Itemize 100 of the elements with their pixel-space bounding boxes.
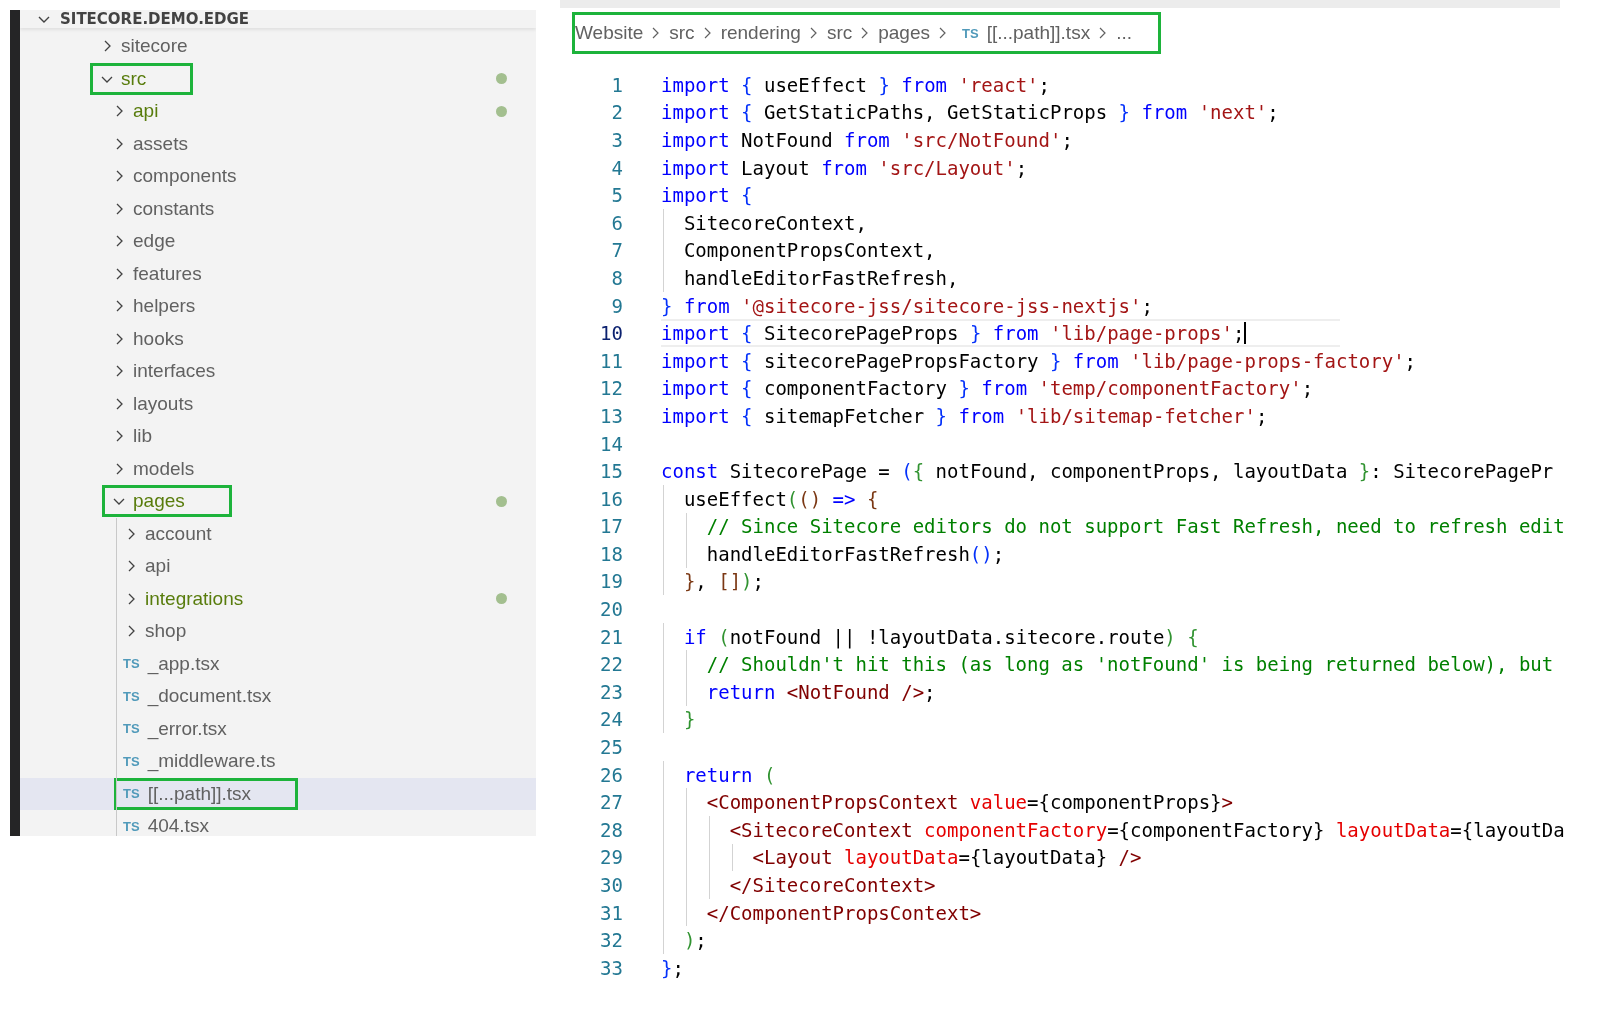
tree-item[interactable]: src (90, 62, 194, 95)
explorer-title: SITECORE.DEMO.EDGE (60, 10, 250, 28)
line-number: 18 (599, 542, 623, 565)
line-number: 7 (610, 239, 623, 262)
tree-item[interactable]: features (102, 257, 211, 290)
code-line: import Layout from 'src/Layout'; (661, 156, 1028, 179)
line-number: 14 (599, 432, 623, 455)
line-number: 26 (599, 763, 623, 786)
code-line: </ComponentPropsContext> (705, 901, 982, 924)
code-line: } from '@sitecore-jss/sitecore-jss-nextjs'; (661, 294, 1153, 317)
modified-dot-icon (496, 105, 507, 117)
line-number: 29 (599, 846, 623, 869)
tree-item[interactable]: api (102, 95, 168, 128)
chevron-right-icon (938, 25, 948, 41)
code-line: import { sitemapFetcher } from 'lib/sitemap-fetcher'; (661, 404, 1268, 427)
code-line: import { GetStaticPaths, GetStaticProps } from 'next'; (661, 101, 1279, 124)
tree-item[interactable]: account (114, 517, 221, 550)
code-line: }, []); (682, 570, 764, 593)
line-number: 9 (610, 294, 623, 317)
modified-dot-icon (496, 593, 507, 605)
code-line: }; (661, 956, 684, 979)
tree-item[interactable]: assets (102, 127, 197, 160)
tree-item[interactable]: TS _app.tsx (114, 647, 229, 680)
tree-item[interactable]: interfaces (102, 355, 225, 388)
breadcrumb-item[interactable]: pages (878, 22, 930, 44)
code-line: SitecoreContext, (682, 211, 867, 234)
code-line: ComponentPropsContext, (682, 239, 936, 262)
code-line: </SitecoreContext> (728, 874, 936, 896)
tree-item[interactable]: TS 404.tsx (114, 810, 218, 836)
line-number: 8 (610, 266, 623, 289)
text-cursor (1244, 322, 1247, 345)
line-number: 33 (599, 956, 623, 979)
line-number: 19 (599, 570, 623, 593)
tree-item[interactable]: models (102, 452, 204, 485)
breadcrumb-item[interactable]: rendering (720, 22, 801, 44)
line-number: 15 (599, 460, 623, 483)
line-number: 10 (599, 322, 623, 345)
breadcrumb-item[interactable]: src (826, 22, 853, 44)
breadcrumb-item[interactable]: ... (1116, 22, 1132, 44)
tree-item[interactable]: components (102, 160, 246, 193)
breadcrumb-item[interactable]: [[...path]].tsx (986, 22, 1091, 44)
tree-item[interactable]: TS _document.tsx (114, 680, 281, 713)
line-number: 16 (599, 487, 623, 510)
tree-item[interactable]: lib (102, 420, 161, 453)
code-line: import { (661, 184, 753, 207)
line-number: 20 (599, 598, 623, 621)
file-type-label: TS (962, 25, 979, 41)
code-line: import { useEffect } from 'react'; (661, 73, 1050, 96)
line-number: 24 (599, 708, 623, 731)
code-line: import { componentFactory } from 'temp/componentFactory'; (661, 377, 1314, 400)
line-number: 17 (599, 515, 623, 538)
tree-item[interactable]: integrations (114, 582, 253, 615)
line-number: 25 (599, 736, 623, 759)
line-number: 3 (610, 129, 623, 151)
code-line: const SitecorePage = ({ notFound, componentProps, layoutData }: SitecorePagePr (661, 460, 1554, 483)
tree-item[interactable]: shop (114, 615, 196, 648)
tree-item[interactable]: helpers (102, 290, 205, 323)
tree-item[interactable]: TS [[...path]].tsx (114, 777, 299, 810)
modified-dot-icon (496, 495, 507, 507)
chevron-right-icon (702, 25, 713, 41)
breadcrumb-item[interactable]: src (669, 22, 695, 44)
tree-item[interactable]: api (114, 550, 180, 583)
line-number: 12 (599, 377, 623, 400)
tree-item[interactable]: constants (102, 192, 224, 225)
modified-dot-icon (496, 73, 507, 85)
tree-item[interactable]: sitecore (90, 30, 197, 63)
line-number: 11 (599, 349, 623, 372)
tree-item[interactable]: layouts (102, 387, 203, 420)
line-number: 4 (610, 156, 623, 179)
tree-item[interactable]: TS _error.tsx (114, 712, 236, 745)
tree-item[interactable]: pages (102, 485, 232, 518)
code-line: ); (682, 929, 707, 952)
code-line: <ComponentPropsContext value={componentProps}> (705, 791, 1233, 814)
chevron-right-icon (808, 25, 819, 41)
line-number: 21 (599, 625, 623, 648)
line-number: 22 (599, 653, 623, 676)
line-number: 28 (599, 818, 623, 841)
line-number: 6 (610, 211, 623, 234)
breadcrumb-item[interactable]: Website (575, 22, 644, 44)
line-number: 31 (599, 901, 623, 924)
code-line: useEffect(() => { (682, 487, 879, 510)
code-line: <SitecoreContext componentFactory={componentFactory} layoutData={layoutDa (728, 818, 1565, 841)
line-number: 30 (599, 874, 623, 896)
code-line: <Layout layoutData={layoutData} /> (751, 846, 1142, 869)
code-line: import NotFound from 'src/NotFound'; (661, 129, 1073, 151)
code-line: } (682, 708, 696, 731)
line-number: 32 (599, 929, 623, 952)
line-number: 2 (610, 101, 623, 124)
tree-item[interactable]: TS _middleware.ts (114, 745, 285, 778)
code-line: // Shouldn't hit this (as long as 'notFound' is being returned below), but (705, 653, 1554, 676)
code-line: import { SitecorePageProps } from 'lib/page-props'; (661, 322, 1245, 345)
line-number: 27 (599, 791, 623, 814)
code-line: import { sitecorePagePropsFactory } from 'lib/page-props-factory'; (661, 349, 1417, 372)
line-number: 5 (610, 184, 623, 207)
tree-item[interactable]: edge (102, 225, 185, 258)
code-line: handleEditorFastRefresh(); (705, 542, 1005, 565)
tree-item[interactable]: hooks (102, 322, 193, 355)
code-line: return <NotFound />; (705, 680, 936, 703)
code-line: if (notFound || !layoutData.sitecore.route) { (682, 625, 1199, 648)
code-line: handleEditorFastRefresh, (682, 266, 959, 289)
